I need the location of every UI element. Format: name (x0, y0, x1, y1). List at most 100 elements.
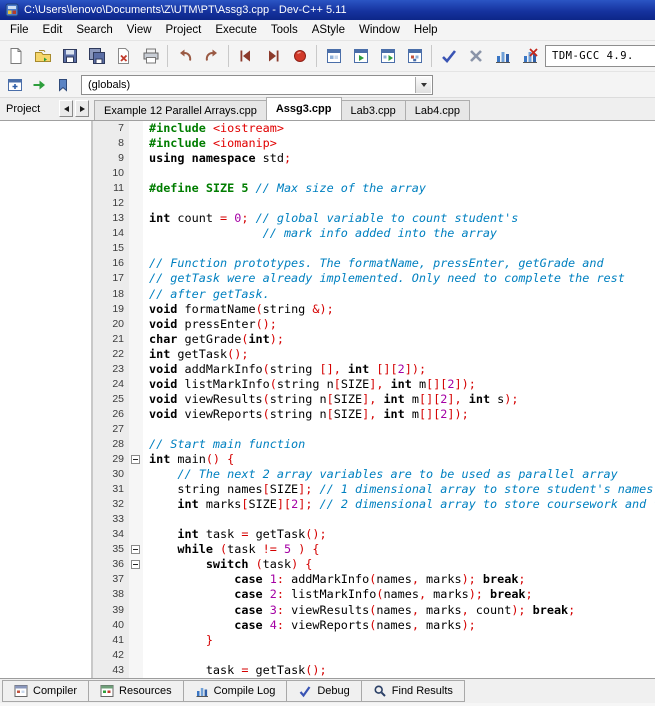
fold-collapse-icon[interactable] (131, 455, 140, 464)
line-number[interactable]: 30 (93, 467, 129, 482)
line-number[interactable]: 27 (93, 422, 129, 437)
compiler-profile-combo[interactable]: TDM-GCC 4.9. (545, 45, 655, 67)
line-number[interactable]: 17 (93, 271, 129, 286)
compile-button[interactable] (320, 43, 347, 70)
menu-tools[interactable]: Tools (264, 21, 305, 39)
code-line[interactable]: // Function prototypes. The formatName, … (143, 256, 655, 271)
line-number[interactable]: 8 (93, 136, 129, 151)
rebuild-button[interactable] (401, 43, 428, 70)
line-number[interactable]: 42 (93, 648, 129, 663)
code-line[interactable]: // after getTask. (143, 287, 655, 302)
code-line[interactable]: case 1: addMarkInfo(names, marks); break… (143, 572, 655, 587)
code-line[interactable]: task = getTask(); (143, 663, 655, 678)
line-number[interactable]: 28 (93, 437, 129, 452)
line-number[interactable]: 35 (93, 542, 129, 557)
line-number[interactable]: 25 (93, 392, 129, 407)
code-line[interactable]: int getTask(); (143, 347, 655, 362)
code-line[interactable]: #define SIZE 5 // Max size of the array (143, 181, 655, 196)
line-number[interactable]: 40 (93, 618, 129, 633)
line-number[interactable]: 19 (93, 302, 129, 317)
code-line[interactable]: // getTask were already implemented. Onl… (143, 271, 655, 286)
tab-scroll-right-button[interactable] (75, 100, 89, 117)
undo-button[interactable] (171, 43, 198, 70)
code-line[interactable] (143, 512, 655, 527)
menu-search[interactable]: Search (69, 21, 119, 39)
menu-window[interactable]: Window (352, 21, 407, 39)
project-panel[interactable] (0, 121, 93, 678)
tab-scroll-left-button[interactable] (59, 100, 73, 117)
line-number[interactable]: 32 (93, 497, 129, 512)
code-line[interactable]: #include <iostream> (143, 121, 655, 136)
line-number[interactable]: 16 (93, 256, 129, 271)
back-button[interactable] (232, 43, 259, 70)
close-file-button[interactable] (110, 43, 137, 70)
line-number[interactable]: 41 (93, 633, 129, 648)
insert-button[interactable] (3, 73, 27, 97)
breakpoint-button[interactable] (286, 43, 313, 70)
class-browser-combo[interactable]: (globals) (81, 75, 433, 95)
bottom-tab-find-results[interactable]: Find Results (361, 680, 465, 702)
code-line[interactable]: #include <iomanip> (143, 136, 655, 151)
menu-file[interactable]: File (3, 21, 36, 39)
code-line[interactable]: void formatName(string &); (143, 302, 655, 317)
code-line[interactable]: case 2: listMarkInfo(names, marks); brea… (143, 587, 655, 602)
code-line[interactable]: // Start main function (143, 437, 655, 452)
code-line[interactable]: void listMarkInfo(string n[SIZE], int m[… (143, 377, 655, 392)
line-number[interactable]: 11 (93, 181, 129, 196)
code-line[interactable]: while (task != 5 ) { (143, 542, 655, 557)
tab-assg3[interactable]: Assg3.cpp (266, 97, 342, 120)
toggle-bookmark-button[interactable] (27, 73, 51, 97)
bottom-tab-debug[interactable]: Debug (286, 680, 361, 702)
code-line[interactable]: // mark info added into the array (143, 226, 655, 241)
bottom-tab-resources[interactable]: Resources (88, 680, 184, 702)
line-number[interactable]: 33 (93, 512, 129, 527)
code-line[interactable] (143, 196, 655, 211)
code-line[interactable] (143, 648, 655, 663)
save-all-button[interactable] (83, 43, 110, 70)
stop-execution-button[interactable] (462, 43, 489, 70)
menu-edit[interactable]: Edit (36, 21, 70, 39)
print-button[interactable] (137, 43, 164, 70)
code-line[interactable]: switch (task) { (143, 557, 655, 572)
save-button[interactable] (56, 43, 83, 70)
code-line[interactable]: int main() { (143, 452, 655, 467)
code-line[interactable]: void viewResults(string n[SIZE], int m[]… (143, 392, 655, 407)
goto-bookmark-button[interactable] (51, 73, 75, 97)
code-line[interactable]: int count = 0; // global variable to cou… (143, 211, 655, 226)
debug-button[interactable] (435, 43, 462, 70)
code-line[interactable]: using namespace std; (143, 151, 655, 166)
line-number[interactable]: 12 (93, 196, 129, 211)
forward-button[interactable] (259, 43, 286, 70)
code-line[interactable] (143, 241, 655, 256)
menu-help[interactable]: Help (407, 21, 445, 39)
line-number[interactable]: 18 (93, 287, 129, 302)
bottom-tab-compiler[interactable]: Compiler (2, 680, 89, 702)
code-line[interactable]: case 4: viewReports(names, marks); (143, 618, 655, 633)
code-editor[interactable]: 7#include <iostream>8#include <iomanip>9… (93, 121, 655, 678)
code-line[interactable]: void addMarkInfo(string [], int [][2]); (143, 362, 655, 377)
line-number[interactable]: 43 (93, 663, 129, 678)
line-number[interactable]: 38 (93, 587, 129, 602)
line-number[interactable]: 39 (93, 603, 129, 618)
line-number[interactable]: 14 (93, 226, 129, 241)
tab-lab3[interactable]: Lab3.cpp (341, 100, 406, 120)
code-line[interactable]: char getGrade(int); (143, 332, 655, 347)
run-button[interactable] (347, 43, 374, 70)
line-number[interactable]: 36 (93, 557, 129, 572)
line-number[interactable]: 20 (93, 317, 129, 332)
code-line[interactable]: case 3: viewResults(names, marks, count)… (143, 603, 655, 618)
line-number[interactable]: 29 (93, 452, 129, 467)
code-line[interactable]: int marks[SIZE][2]; // 2 dimensional arr… (143, 497, 655, 512)
menu-view[interactable]: View (120, 21, 159, 39)
code-line[interactable]: void pressEnter(); (143, 317, 655, 332)
line-number[interactable]: 21 (93, 332, 129, 347)
line-number[interactable]: 31 (93, 482, 129, 497)
open-button[interactable] (29, 43, 56, 70)
menu-astyle[interactable]: AStyle (305, 21, 352, 39)
fold-collapse-icon[interactable] (131, 545, 140, 554)
code-line[interactable]: void viewReports(string n[SIZE], int m[]… (143, 407, 655, 422)
redo-button[interactable] (198, 43, 225, 70)
line-number[interactable]: 23 (93, 362, 129, 377)
line-number[interactable]: 24 (93, 377, 129, 392)
tab-lab4[interactable]: Lab4.cpp (405, 100, 470, 120)
